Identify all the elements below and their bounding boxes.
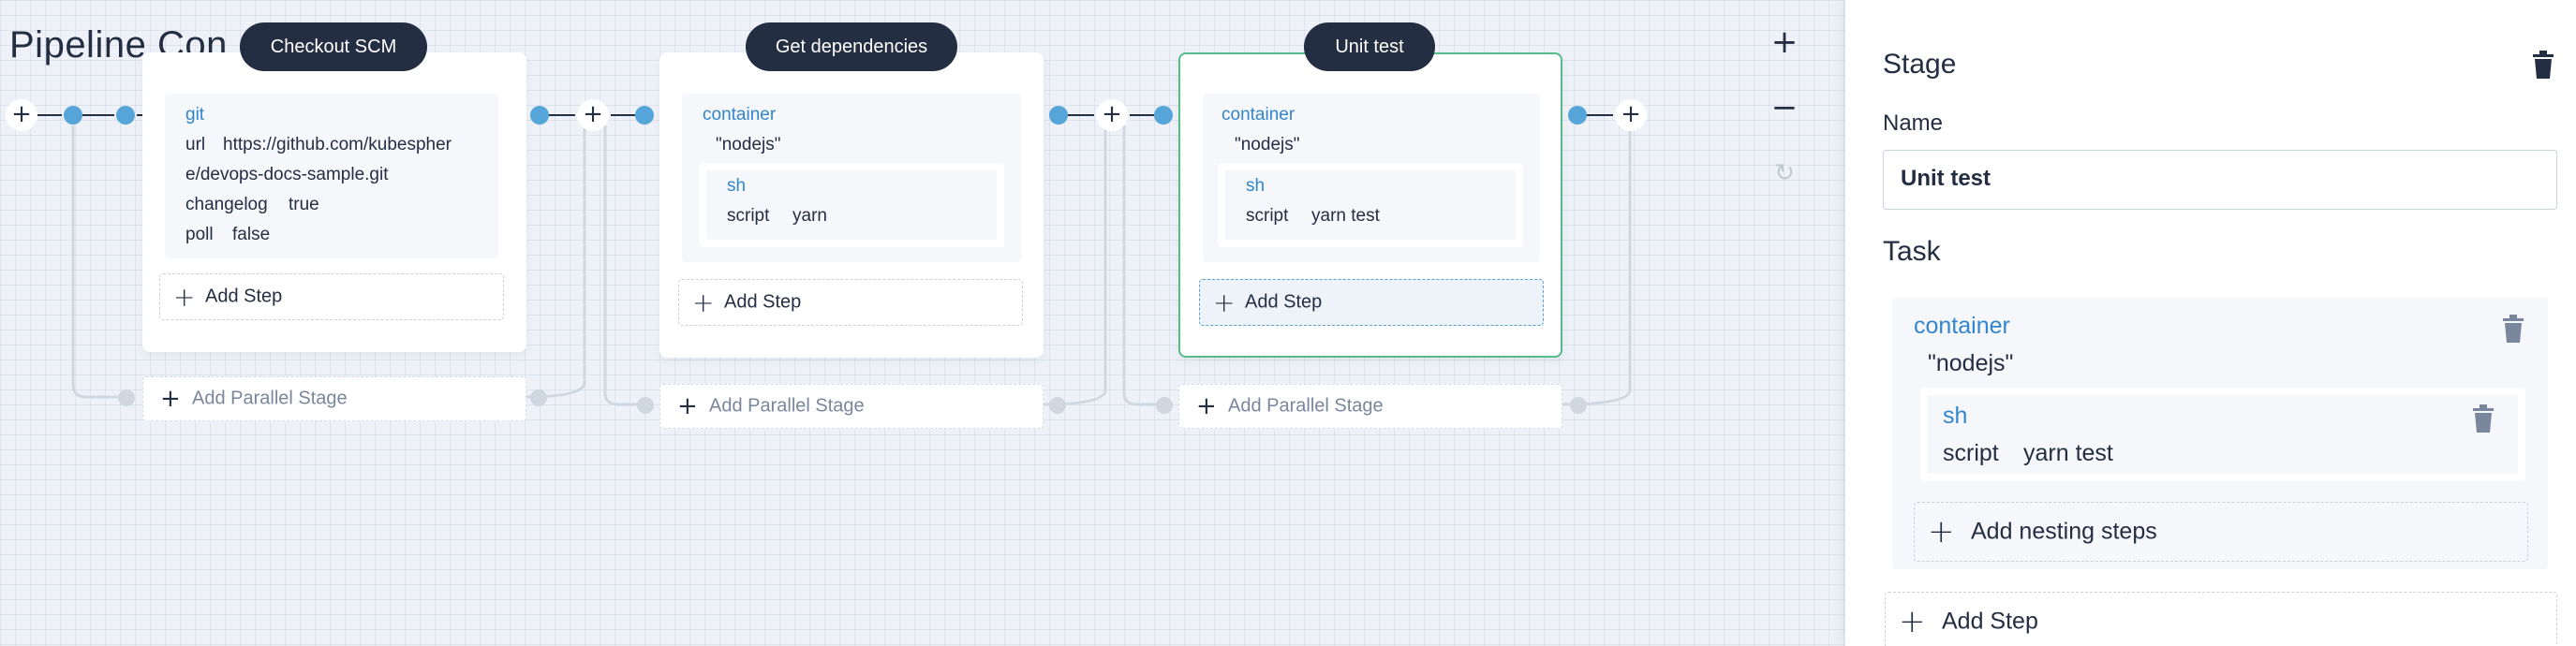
plus-icon: + [1899,603,1926,640]
add-step-button[interactable]: + Add Step [678,279,1023,326]
add-parallel-stage-label: Add Parallel Stage [1228,395,1384,417]
add-stage-start-button[interactable]: + [6,99,37,131]
zoom-out-button[interactable]: − [1769,92,1800,124]
step-param-value: false [232,225,271,244]
step-kind-sh: sh [727,176,747,196]
stage-title-get-dependencies[interactable]: Get dependencies [746,22,957,71]
add-step-label: Add Step [1245,291,1323,313]
step-param-key: changelog [185,195,268,214]
connector-dot [116,106,135,125]
add-step-button[interactable]: + Add Step [1199,279,1544,326]
step-param-key: script [1246,206,1289,226]
stage-title-unit-test[interactable]: Unit test [1304,22,1435,71]
container-argument: "nodejs" [1928,350,2014,376]
parallel-connector-dot [1049,397,1066,414]
step-kind-git: git [185,105,205,125]
parallel-connector-dot [118,389,135,406]
plus-icon: + [173,281,196,313]
add-parallel-stage-label: Add Parallel Stage [709,395,865,417]
panel-add-step-label: Add Step [1942,608,2038,635]
task-kind-container: container [1914,313,2010,339]
reset-zoom-button[interactable]: ↻ [1769,157,1800,189]
stage-name-input[interactable]: Unit test [1883,150,2557,210]
add-step-button[interactable]: + Add Step [159,273,504,320]
plus-icon: + [160,385,181,413]
step-param-key: script [727,206,770,226]
connector-dot [1049,106,1068,125]
plus-icon: + [1213,286,1236,318]
stage-title-checkout-scm[interactable]: Checkout SCM [240,22,427,71]
plus-icon: + [1928,513,1955,551]
add-nesting-steps-label: Add nesting steps [1971,518,2157,545]
delete-container-button[interactable] [2501,315,2525,343]
nested-sh-step-box[interactable] [1920,388,2525,481]
parallel-connector-dot [530,389,547,406]
pipeline-canvas: Pipeline Con + Checkout SCM git url http… [0,0,1845,646]
add-stage-button[interactable]: + [577,99,609,131]
step-param-value: yarn [792,206,827,226]
task-kind-sh: sh [1943,403,1968,429]
step-param-key: script [1943,440,1999,466]
plus-icon: + [1196,392,1217,420]
connector-dot [1154,106,1173,125]
connector-dot [64,106,82,125]
parallel-connector-dot [1570,397,1587,414]
add-parallel-stage-button[interactable]: + Add Parallel Stage [1178,384,1562,429]
step-param-value: true [289,195,319,214]
step-kind-sh: sh [1246,176,1266,196]
add-parallel-stage-button[interactable]: + Add Parallel Stage [142,376,526,421]
panel-heading: Stage [1883,49,1957,80]
step-param-value: yarn test [1311,206,1380,226]
parallel-connector-dot [1156,397,1173,414]
container-argument: "nodejs" [716,135,781,154]
step-param-value: e/devops-docs-sample.git [185,165,389,184]
add-nesting-steps-button[interactable]: + Add nesting steps [1914,502,2528,562]
zoom-in-button[interactable]: + [1769,26,1800,58]
plus-icon: + [692,286,715,318]
step-kind-container: container [703,105,777,125]
plus-icon: + [677,392,698,420]
panel-add-step-button[interactable]: + Add Step [1885,592,2557,646]
name-label: Name [1883,110,1944,136]
connector-dot [635,106,654,125]
delete-stage-button[interactable] [2531,51,2555,79]
connector-dot [1568,106,1587,125]
step-param-key: poll [185,225,214,244]
delete-sh-step-button[interactable] [2471,404,2495,433]
container-argument: "nodejs" [1235,135,1300,154]
step-param-value: yarn test [2023,440,2113,466]
add-parallel-stage-label: Add Parallel Stage [192,388,348,409]
add-parallel-stage-button[interactable]: + Add Parallel Stage [659,384,1044,429]
task-heading: Task [1883,236,1941,267]
step-kind-container: container [1221,105,1295,125]
trash-icon [2533,51,2554,79]
add-step-label: Add Step [724,291,802,313]
parallel-connector-dot [637,397,654,414]
connector-dot [530,106,549,125]
step-param-value: https://github.com/kubespher [223,135,452,154]
trash-icon [2473,404,2494,433]
add-stage-button[interactable]: + [1096,99,1128,131]
add-stage-end-button[interactable]: + [1615,99,1647,131]
add-step-label: Add Step [205,286,283,307]
step-param-key: url [185,135,206,154]
trash-icon [2503,315,2524,343]
